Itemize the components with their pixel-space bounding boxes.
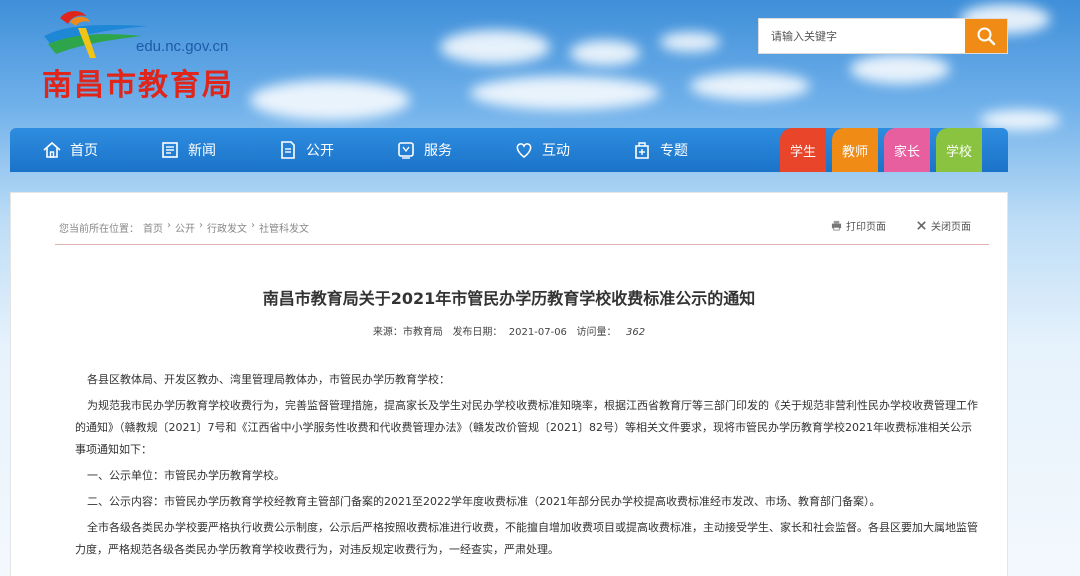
main-nav: 首页 新闻 公开 服务 互动 专题 学生 教师 家长 学校 [10,128,1008,172]
role-tab-teacher[interactable]: 教师 [832,128,878,172]
role-tab-label: 家长 [893,144,920,160]
printer-icon [831,220,842,231]
article-paragraph: 二、公示内容：市管民办学历教育学校经教育主管部门备案的2021至2022学年度收… [87,495,881,508]
article-date: 2021-07-06 [508,327,567,338]
header-divider [55,244,989,245]
role-tab-student[interactable]: 学生 [780,128,826,172]
background-cloud [980,110,1060,130]
article-body: 各县区教体局、开发区教办、湾里管理局教体办，市管民办学历教育学校： 为规范我市民… [75,369,981,565]
close-page-button[interactable]: 关闭页面 [916,218,971,233]
background-cloud [440,30,550,64]
background-cloud [570,40,640,66]
role-tab-label: 学生 [789,144,816,160]
background-cloud [690,72,810,100]
article-paragraph: 为规范我市民办学历教育学校收费行为，完善监督管理措施，提高家长及学生对民办学校收… [75,399,978,456]
search-button[interactable] [965,19,1007,53]
breadcrumb-separator: › [199,220,203,231]
news-icon [162,142,178,158]
close-page-label: 关闭页面 [931,222,971,233]
breadcrumb-link-public[interactable]: 公开 [175,220,195,235]
nav-item-label: 公开 [306,143,334,159]
role-tab-school[interactable]: 学校 [936,128,982,172]
search-icon [977,27,996,46]
date-label: 发布日期： [452,327,503,338]
background-cloud [660,32,720,52]
nav-item-label: 服务 [424,143,452,159]
article-title: 南昌市教育局关于2021年市管民办学历教育学校收费标准公示的通知 [262,289,756,308]
article-paragraph: 各县区教体局、开发区教办、湾里管理局教体办，市管民办学历教育学校： [87,373,450,386]
search-input[interactable] [759,19,965,53]
site-logo[interactable]: edu.nc.gov.cn 南昌市教育局 [38,6,258,103]
site-title: 南昌市教育局 [42,68,234,103]
breadcrumb-separator: › [251,220,255,231]
role-tab-parent[interactable]: 家长 [884,128,930,172]
search-box [758,18,1008,54]
breadcrumb-link-current[interactable]: 社管科发文 [259,220,309,235]
site-domain: edu.nc.gov.cn [136,38,229,55]
nav-item-news[interactable]: 新闻 [160,128,216,172]
breadcrumb-link-home[interactable]: 首页 [143,220,163,235]
nav-item-label: 新闻 [188,143,216,159]
breadcrumb-link-admin-docs[interactable]: 行政发文 [207,220,247,235]
breadcrumb-separator: › [167,220,171,231]
topic-icon [635,142,649,159]
views-label: 访问量： [576,327,617,338]
nav-item-label: 首页 [70,143,98,159]
torch-logo-icon [44,11,148,58]
role-tab-label: 学校 [945,144,972,160]
breadcrumb: 您当前所在位置： 首页 › 公开 › 行政发文 › 社管科发文 [59,220,309,235]
nav-item-label: 互动 [542,143,570,159]
role-tab-label: 教师 [841,144,868,160]
document-icon [281,141,295,159]
service-icon [398,142,414,159]
article-paragraph: 全市各级各类民办学校要严格执行收费公示制度，公示后严格按照收费标准进行收费，不能… [75,521,978,556]
article-source: 市教育局 [402,327,443,338]
article-paragraph: 一、公示单位：市管民办学历教育学校。 [87,469,285,482]
nav-item-label: 专题 [660,143,688,159]
background-cloud [850,54,950,84]
nav-item-public[interactable]: 公开 [278,128,334,172]
nav-item-service[interactable]: 服务 [396,128,452,172]
nav-item-home[interactable]: 首页 [42,128,98,172]
print-page-label: 打印页面 [846,222,886,233]
background-cloud [470,76,660,110]
nav-item-topic[interactable]: 专题 [632,128,688,172]
source-label: 来源： [372,327,403,338]
close-icon [917,221,926,230]
background-cloud [250,80,410,120]
article-meta: 来源：市教育局 发布日期： 2021-07-06 访问量： 362 [11,323,1007,338]
page-tools: 打印页面 关闭页面 [831,218,971,233]
breadcrumb-prefix: 您当前所在位置： [59,224,139,235]
nav-item-interact[interactable]: 互动 [514,128,570,172]
print-page-button[interactable]: 打印页面 [831,218,886,233]
home-icon [43,141,61,158]
article-views: 362 [626,327,646,338]
content-panel: 您当前所在位置： 首页 › 公开 › 行政发文 › 社管科发文 打印页面 关闭页… [10,192,1008,576]
heart-icon [516,143,532,159]
